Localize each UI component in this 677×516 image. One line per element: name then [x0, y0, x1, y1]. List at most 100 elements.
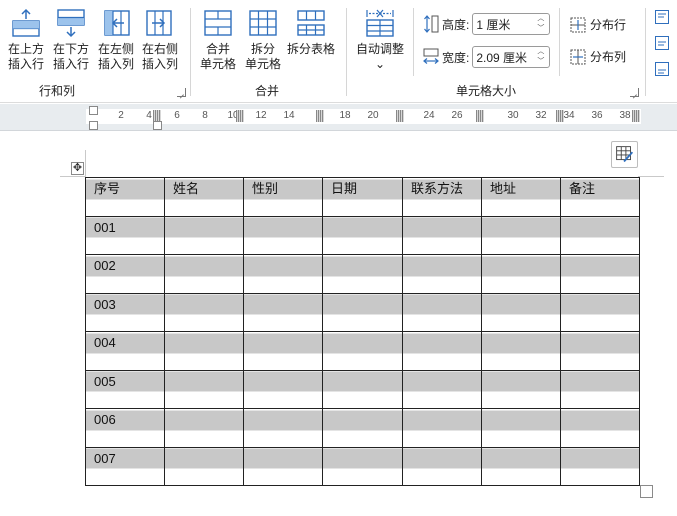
table-cell[interactable]: [560, 408, 640, 448]
table-cell[interactable]: 001: [85, 215, 165, 255]
spin-down-icon[interactable]: ﹀: [537, 25, 546, 33]
table-header-cell[interactable]: 日期: [322, 177, 403, 217]
table-cell[interactable]: [402, 331, 482, 371]
table-cell[interactable]: [402, 215, 482, 255]
ribbon-table-layout: 在上方 插入行 在下方 插入行 在左侧 插入列 在右侧 插入列 行和列 合并 单…: [0, 0, 677, 103]
table-cell[interactable]: [481, 369, 561, 409]
table-cell[interactable]: [322, 408, 403, 448]
table-header-cell[interactable]: 地址: [481, 177, 561, 217]
rows-cols-dialog-launcher[interactable]: [177, 88, 186, 97]
spin-down-icon[interactable]: ﹀: [537, 58, 546, 66]
table-cell[interactable]: [481, 331, 561, 371]
ruler-column-boundary[interactable]: [556, 110, 564, 122]
table-header-cell[interactable]: 序号: [85, 177, 165, 217]
table-cell[interactable]: 005: [85, 369, 165, 409]
table-cell[interactable]: [243, 215, 323, 255]
spin-up-icon[interactable]: ︿: [537, 15, 546, 23]
cell-text: [244, 448, 322, 450]
table-cell[interactable]: 006: [85, 408, 165, 448]
ruler-number: 4: [146, 110, 152, 121]
table-cell[interactable]: [322, 331, 403, 371]
table-header-cell[interactable]: 备注: [560, 177, 640, 217]
insert-row-above-button[interactable]: 在上方 插入行: [8, 8, 44, 72]
table-cell[interactable]: [402, 446, 482, 486]
table-cell[interactable]: [164, 408, 244, 448]
cell-text: [482, 371, 560, 373]
table-cell[interactable]: 004: [85, 331, 165, 371]
column-marker[interactable]: [153, 121, 162, 130]
table-cell[interactable]: [402, 408, 482, 448]
table-cell[interactable]: [402, 369, 482, 409]
insert-row-below-button[interactable]: 在下方 插入行: [53, 8, 89, 72]
table-cell[interactable]: [322, 292, 403, 332]
table-cell[interactable]: [164, 331, 244, 371]
table-cell[interactable]: [481, 292, 561, 332]
cell-size-dialog-launcher[interactable]: [630, 88, 639, 97]
table-cell[interactable]: [243, 331, 323, 371]
horizontal-ruler[interactable]: 2 4 6 8 10 12 14 18 20 24 26 30 32 34 36 38: [0, 104, 677, 131]
table-cell[interactable]: [164, 254, 244, 294]
table-cell[interactable]: [481, 408, 561, 448]
align-bottom-icon[interactable]: [655, 62, 669, 76]
distribute-columns-button[interactable]: 分布列: [570, 48, 626, 65]
autofit-dropdown-arrow[interactable]: ⌄: [375, 57, 385, 72]
table-cell[interactable]: 003: [85, 292, 165, 332]
table-cell[interactable]: [322, 215, 403, 255]
align-middle-icon[interactable]: [655, 36, 669, 50]
align-top-icon[interactable]: [655, 10, 669, 24]
first-line-indent-marker[interactable]: [89, 106, 98, 115]
merge-cells-button[interactable]: 合并 单元格: [200, 8, 236, 72]
table-cell[interactable]: [560, 215, 640, 255]
table-cell[interactable]: [481, 215, 561, 255]
split-cells-button[interactable]: 拆分 单元格: [245, 8, 281, 72]
table-cell[interactable]: [322, 369, 403, 409]
hanging-indent-marker[interactable]: [89, 121, 98, 130]
insert-column-right-icon: [146, 10, 172, 36]
table-cell[interactable]: [560, 254, 640, 294]
table-cell[interactable]: [481, 254, 561, 294]
table-header-cell[interactable]: 性别: [243, 177, 323, 217]
cell-text: [244, 294, 322, 296]
table-cell[interactable]: [243, 292, 323, 332]
table-cell[interactable]: 007: [85, 446, 165, 486]
table-quick-layout-icon[interactable]: [611, 141, 638, 168]
table-row: 007: [85, 446, 640, 486]
row-height-spinner[interactable]: ︿ ﹀: [537, 15, 546, 33]
ruler-column-boundary[interactable]: [236, 110, 244, 122]
table-cell[interactable]: [243, 369, 323, 409]
table-cell[interactable]: [164, 369, 244, 409]
table-cell[interactable]: [560, 331, 640, 371]
table-cell[interactable]: [322, 254, 403, 294]
table-cell[interactable]: [560, 369, 640, 409]
table-header-cell[interactable]: 姓名: [164, 177, 244, 217]
ruler-column-boundary[interactable]: [316, 110, 324, 122]
table-cell[interactable]: [243, 446, 323, 486]
autofit-button[interactable]: 自动调整 ⌄: [356, 8, 404, 72]
table-cell[interactable]: [402, 292, 482, 332]
table-resize-handle-icon[interactable]: [640, 485, 653, 498]
split-table-button[interactable]: 拆分表格: [287, 8, 335, 57]
ruler-column-boundary[interactable]: [396, 110, 404, 122]
row-height-input[interactable]: 1 厘米 ︿ ﹀: [472, 13, 551, 35]
ruler-column-boundary[interactable]: [476, 110, 484, 122]
table-cell[interactable]: [322, 446, 403, 486]
distribute-rows-button[interactable]: 分布行: [570, 16, 626, 33]
insert-column-left-button[interactable]: 在左侧 插入列: [98, 8, 134, 72]
table-cell[interactable]: [243, 408, 323, 448]
table-cell[interactable]: [164, 446, 244, 486]
insert-column-right-button[interactable]: 在右侧 插入列: [142, 8, 178, 72]
table-cell[interactable]: [164, 215, 244, 255]
table-cell[interactable]: [560, 292, 640, 332]
table-cell[interactable]: [243, 254, 323, 294]
column-width-input[interactable]: 2.09 厘米 ︿ ﹀: [472, 46, 551, 68]
ruler-column-boundary[interactable]: [632, 110, 640, 122]
table-cell[interactable]: [164, 292, 244, 332]
table-cell[interactable]: [481, 446, 561, 486]
table-move-handle-icon[interactable]: ✥: [71, 162, 84, 175]
spin-up-icon[interactable]: ︿: [537, 48, 546, 56]
table-cell[interactable]: [402, 254, 482, 294]
column-width-spinner[interactable]: ︿ ﹀: [537, 48, 546, 66]
table-cell[interactable]: 002: [85, 254, 165, 294]
table-cell[interactable]: [560, 446, 640, 486]
table-header-cell[interactable]: 联系方法: [402, 177, 482, 217]
